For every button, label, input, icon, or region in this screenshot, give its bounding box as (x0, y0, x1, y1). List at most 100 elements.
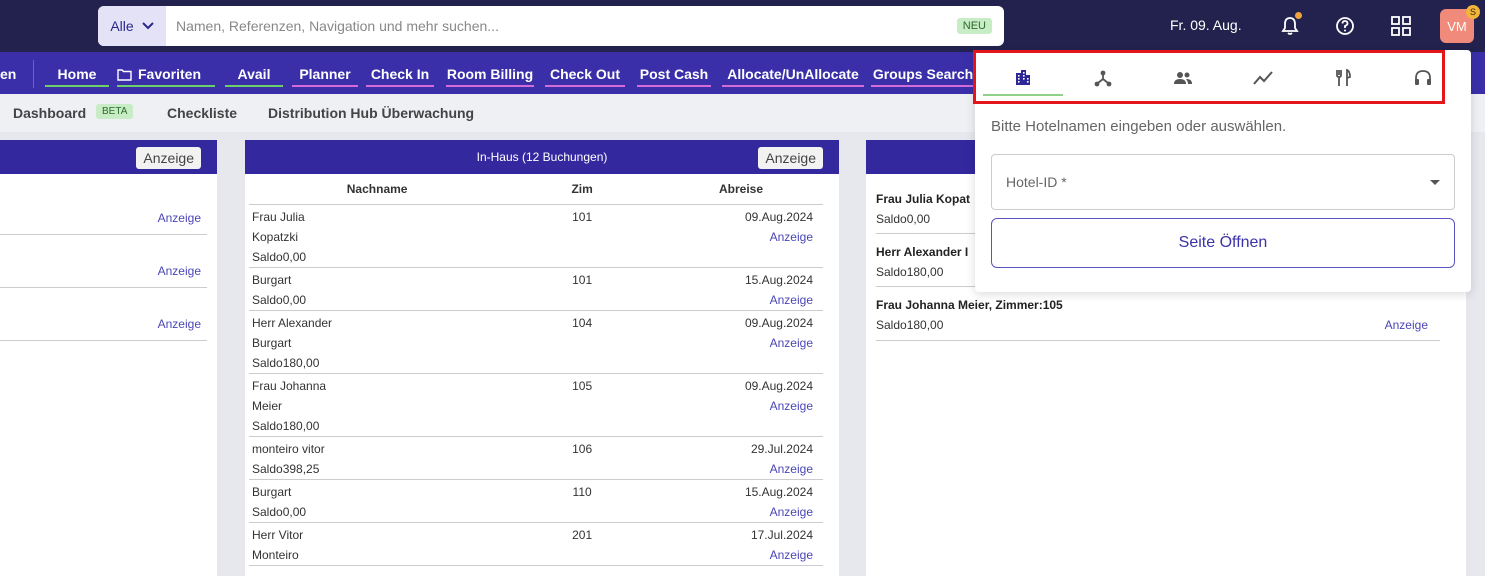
departure-date: 09.Aug.2024 (744, 315, 813, 330)
nav-item-post-cash[interactable]: Post Cash (637, 66, 711, 87)
departure-cell: 09.Aug.2024 Anzeige (659, 310, 823, 374)
tab-hub[interactable] (1063, 60, 1143, 96)
guest-name-line: Meier (252, 398, 283, 413)
anzeige-link[interactable]: Anzeige (659, 333, 813, 353)
anzeige-link[interactable]: Anzeige (659, 459, 813, 479)
guest-name-line: Frau Johanna (252, 378, 327, 393)
tab-group[interactable] (1143, 60, 1223, 96)
hotel-icon (1016, 70, 1030, 85)
inhaus-anzeige-button[interactable]: Anzeige (758, 147, 823, 169)
anzeige-link[interactable]: Anzeige (1385, 318, 1428, 332)
anzeige-link[interactable]: Anzeige (659, 502, 813, 522)
nav-item-allocate[interactable]: Allocate/UnAllocate (722, 66, 864, 87)
inhaus-panel-header: In-Haus (12 Buchungen) Anzeige (245, 140, 839, 174)
subnav-checkliste[interactable]: Checkliste (167, 105, 237, 121)
anzeige-link[interactable]: Anzeige (659, 396, 813, 416)
inhaus-panel: In-Haus (12 Buchungen) Anzeige Nachname … (245, 140, 839, 576)
guest-name-line: Herr Vitor (252, 527, 304, 542)
anzeige-link[interactable]: Anzeige (659, 290, 813, 310)
room-cell: 101 (505, 267, 659, 311)
apps-button[interactable] (1389, 14, 1413, 38)
left-panel: Anzeige Anzeige Anzeige Anzeige (0, 140, 217, 576)
room-cell: 105 (505, 373, 659, 437)
departure-cell: 15.Aug.2024 Anzeige (659, 267, 823, 311)
anzeige-link[interactable]: Anzeige (659, 227, 813, 247)
nav-item-avail[interactable]: Avail (225, 66, 283, 87)
left-anzeige-button[interactable]: Anzeige (136, 147, 201, 169)
guest-saldo: Saldo0,00 (252, 504, 307, 519)
search-scope-label: Alle (110, 18, 134, 34)
nav-item-planner[interactable]: Planner (292, 66, 358, 87)
nav-item-groups-search[interactable]: Groups Search (871, 66, 975, 87)
departure-date: 09.Aug.2024 (744, 209, 813, 224)
current-date: Fr. 09. Aug. (1170, 17, 1242, 33)
guest-saldo: Saldo180,00 (876, 318, 944, 332)
tab-support[interactable] (1383, 60, 1463, 96)
guest-name-cell: Herr Vitor Monteiro (249, 522, 506, 566)
departure-date: 15.Aug.2024 (744, 272, 813, 287)
apps-grid-icon (1391, 16, 1411, 36)
popup-tab-bar (975, 50, 1471, 104)
open-page-button[interactable]: Seite Öffnen (991, 218, 1455, 268)
table-header-row: Nachname Zim Abreise (249, 174, 823, 205)
guest-name-line: Burgart (252, 484, 292, 499)
departure-date: 17.Jul.2024 (750, 527, 813, 542)
nav-item-home[interactable]: Home (45, 66, 109, 87)
table-row: Burgart Saldo0,00 101 15.Aug.2024 Anzeig… (249, 267, 823, 311)
anzeige-link[interactable]: Anzeige (158, 211, 201, 225)
anzeige-link[interactable]: Anzeige (158, 264, 201, 278)
guest-name-line: Burgart (252, 335, 292, 350)
anzeige-link[interactable]: Anzeige (158, 317, 201, 331)
guest-name-cell: Burgart Saldo0,00 (249, 479, 506, 523)
tab-chart[interactable] (1223, 60, 1303, 96)
nav-item-cut[interactable]: en (0, 66, 16, 85)
room-cell: 104 (505, 310, 659, 374)
departure-date: 09.Aug.2024 (744, 378, 813, 393)
tab-hotel[interactable] (983, 60, 1063, 96)
departure-cell: 09.Aug.2024 Anzeige (659, 204, 823, 268)
search-scope-select[interactable]: Alle (98, 6, 166, 46)
nav-item-room-billing[interactable]: Room Billing (446, 66, 534, 87)
hotel-id-select[interactable]: Hotel-ID * (991, 154, 1455, 210)
notifications-button[interactable] (1278, 12, 1302, 38)
guest-name-cell: monteiro vitor Saldo398,25 (249, 436, 506, 480)
search-input[interactable] (166, 18, 957, 34)
avatar-badge: S (1466, 5, 1480, 19)
beta-badge: BETA (96, 104, 134, 119)
table-row: monteiro vitor Saldo398,25 106 29.Jul.20… (249, 436, 823, 480)
anzeige-link[interactable]: Anzeige (659, 545, 813, 565)
guest-name-cell: Herr Alexander Burgart Saldo180,00 (249, 310, 506, 374)
guest-name: Frau Johanna Meier, Zimmer:105 (876, 298, 1063, 312)
help-icon (1336, 17, 1354, 35)
departure-cell: 15.Aug.2024 Anzeige (659, 479, 823, 523)
group-icon (1174, 72, 1192, 84)
chart-icon (1253, 71, 1273, 85)
hub-icon (1094, 70, 1112, 87)
table-row: Herr Vitor Monteiro 201 17.Jul.2024 Anze… (249, 522, 823, 566)
avatar-initials: VM (1447, 18, 1467, 34)
guest-name-line: monteiro vitor (252, 441, 325, 456)
departure-date: 15.Aug.2024 (744, 484, 813, 499)
tab-restaurant[interactable] (1303, 60, 1383, 96)
subnav-distribution-hub[interactable]: Distribution Hub Überwachung (268, 105, 474, 121)
guest-saldo: Saldo0,00 (252, 249, 307, 264)
bell-icon (1281, 17, 1299, 35)
popup-hint: Bitte Hotelnamen eingeben oder auswählen… (991, 118, 1287, 135)
user-avatar[interactable]: VM S (1440, 5, 1480, 43)
guest-name-line: Frau Julia (252, 209, 305, 224)
guest-saldo: Saldo398,25 (252, 461, 320, 476)
list-item: Frau Johanna Meier, Zimmer:105 Saldo180,… (876, 298, 1440, 341)
room-cell: 101 (505, 204, 659, 268)
table-row: Frau Johanna Meier Saldo180,00 105 09.Au… (249, 373, 823, 437)
hotel-popup: Bitte Hotelnamen eingeben oder auswählen… (975, 50, 1471, 292)
subnav-dashboard[interactable]: Dashboard (13, 105, 86, 121)
departure-cell: 17.Jul.2024 Anzeige (659, 522, 823, 566)
room-cell: 110 (505, 479, 659, 523)
inhaus-table: Nachname Zim Abreise Frau Julia Kopatzki… (249, 174, 823, 566)
nav-item-favoriten[interactable]: Favoriten (117, 66, 215, 87)
nav-item-check-in[interactable]: Check In (366, 66, 434, 87)
help-button[interactable] (1333, 14, 1357, 38)
nav-item-check-out[interactable]: Check Out (545, 66, 625, 87)
guest-saldo: Saldo0,00 (252, 292, 307, 307)
dropdown-caret-icon (1430, 179, 1440, 185)
